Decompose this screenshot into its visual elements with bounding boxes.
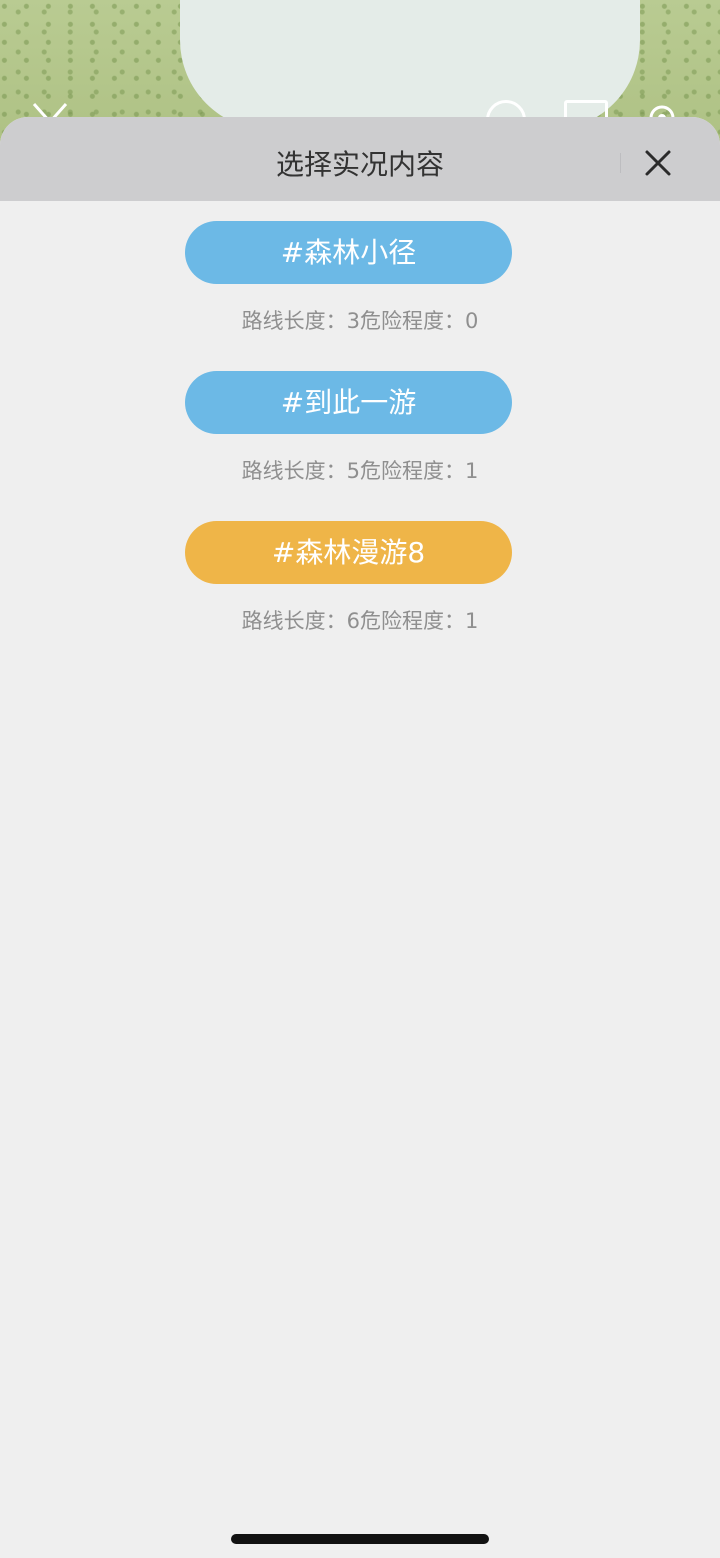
route-danger-label: 危险程度： bbox=[360, 309, 465, 333]
sheet-header: 选择实况内容 bbox=[0, 117, 720, 201]
sheet-title: 选择实况内容 bbox=[275, 148, 444, 181]
route-item: #到此一游 路线长度：5危险程度：1 bbox=[0, 371, 720, 521]
route-length-label: 路线长度： bbox=[241, 459, 347, 483]
route-danger-label: 危险程度： bbox=[360, 609, 465, 633]
route-length-label: 路线长度： bbox=[241, 309, 347, 333]
route-button-3[interactable]: #森林漫游8 bbox=[185, 521, 512, 584]
route-meta: 路线长度：6危险程度：1 bbox=[0, 605, 720, 637]
route-danger-label: 危险程度： bbox=[360, 459, 465, 483]
route-danger-value: 0 bbox=[465, 309, 479, 333]
route-danger-value: 1 bbox=[465, 609, 479, 633]
route-length-label: 路线长度： bbox=[241, 609, 347, 633]
route-length-value: 3 bbox=[346, 309, 360, 333]
route-button-2[interactable]: #到此一游 bbox=[185, 371, 512, 434]
route-button-1[interactable]: #森林小径 bbox=[185, 221, 512, 284]
select-content-sheet: 选择实况内容 #森林小径 路线长度：3危险程度：0 #到此一游 路线长度：5危险… bbox=[0, 117, 720, 1558]
route-meta: 路线长度：5危险程度：1 bbox=[0, 455, 720, 487]
route-list: #森林小径 路线长度：3危险程度：0 #到此一游 路线长度：5危险程度：1 #森… bbox=[0, 201, 720, 671]
route-length-value: 6 bbox=[346, 609, 360, 633]
close-button[interactable] bbox=[636, 141, 680, 185]
close-icon bbox=[645, 150, 671, 176]
route-length-value: 5 bbox=[346, 459, 360, 483]
route-item: #森林漫游8 路线长度：6危险程度：1 bbox=[0, 521, 720, 671]
close-divider bbox=[620, 153, 621, 173]
home-indicator[interactable] bbox=[231, 1534, 489, 1544]
route-item: #森林小径 路线长度：3危险程度：0 bbox=[0, 221, 720, 371]
route-danger-value: 1 bbox=[465, 459, 479, 483]
route-meta: 路线长度：3危险程度：0 bbox=[0, 305, 720, 337]
